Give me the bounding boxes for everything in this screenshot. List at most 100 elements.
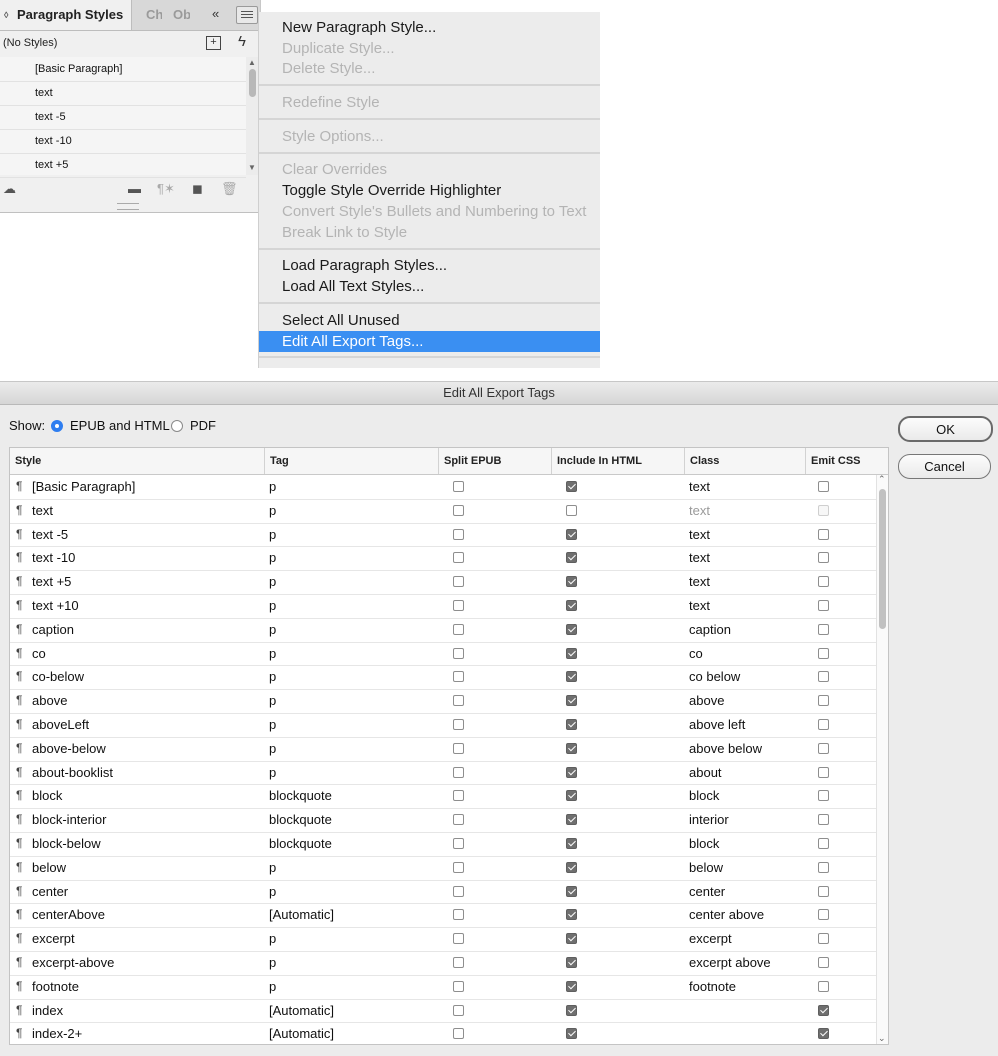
class-cell[interactable]: co below (689, 665, 740, 688)
resize-grip-icon[interactable] (117, 203, 139, 210)
table-row[interactable]: ¶ aboveLeft p above left (10, 713, 876, 738)
split-epub-checkbox[interactable] (453, 838, 464, 849)
split-epub-checkbox[interactable] (453, 933, 464, 945)
class-cell[interactable]: excerpt above (689, 951, 771, 974)
include-html-checkbox[interactable] (566, 623, 577, 635)
class-cell[interactable]: above (689, 689, 724, 712)
ok-button[interactable]: OK (898, 416, 993, 442)
split-epub-checkbox[interactable] (453, 1028, 464, 1040)
tag-cell[interactable]: p (269, 642, 276, 665)
tag-cell[interactable]: p (269, 475, 276, 498)
split-epub-checkbox[interactable] (453, 623, 464, 635)
table-row[interactable]: ¶ below p below (10, 856, 876, 881)
table-row[interactable]: ¶ block-below blockquote block (10, 832, 876, 857)
emit-css-checkbox[interactable] (818, 980, 829, 992)
table-row[interactable]: ¶ footnote p footnote (10, 975, 876, 1000)
menu-item-new-paragraph-style[interactable]: New Paragraph Style... (259, 17, 600, 38)
table-row[interactable]: ¶ about-booklist p about (10, 761, 876, 786)
emit-css-checkbox[interactable] (818, 481, 829, 492)
split-epub-checkbox[interactable] (453, 695, 464, 707)
split-epub-checkbox[interactable] (453, 1004, 464, 1016)
table-row[interactable]: ¶ excerpt-above p excerpt above (10, 951, 876, 976)
include-html-checkbox[interactable] (566, 742, 577, 754)
emit-css-checkbox[interactable] (818, 504, 829, 516)
class-cell[interactable]: center (689, 880, 725, 903)
tag-cell[interactable]: p (269, 689, 276, 712)
split-epub-checkbox[interactable] (453, 671, 464, 683)
include-html-checkbox[interactable] (566, 838, 577, 849)
include-html-checkbox[interactable] (566, 933, 577, 945)
emit-css-checkbox[interactable] (818, 576, 829, 588)
split-epub-checkbox[interactable] (453, 504, 464, 516)
radio-epub-html[interactable] (51, 420, 63, 432)
table-row[interactable]: ¶ index [Automatic] (10, 999, 876, 1024)
class-cell[interactable]: above left (689, 713, 745, 736)
class-cell[interactable]: below (689, 856, 723, 879)
scroll-down-icon[interactable]: ⌄ (878, 1033, 886, 1044)
emit-css-checkbox[interactable] (818, 909, 829, 921)
class-cell[interactable]: excerpt (689, 927, 732, 950)
emit-css-checkbox[interactable] (818, 647, 829, 659)
column-header-include-html[interactable]: Include In HTML (552, 448, 685, 474)
class-cell[interactable]: about (689, 761, 722, 784)
emit-css-checkbox[interactable] (818, 552, 829, 564)
tab-character-styles[interactable]: Ch (146, 0, 162, 30)
tag-cell[interactable]: [Automatic] (269, 1022, 334, 1044)
table-row[interactable]: ¶ excerpt p excerpt (10, 927, 876, 952)
include-html-checkbox[interactable] (566, 552, 577, 564)
class-cell[interactable]: center above (689, 903, 764, 926)
include-html-checkbox[interactable] (566, 814, 577, 826)
tag-cell[interactable]: p (269, 570, 276, 593)
tag-cell[interactable]: p (269, 880, 276, 903)
table-row[interactable]: ¶ above-below p above below (10, 737, 876, 762)
table-row[interactable]: ¶ text +5 p text (10, 570, 876, 595)
class-cell[interactable]: footnote (689, 975, 736, 998)
include-html-checkbox[interactable] (566, 695, 577, 707)
cc-library-icon[interactable]: ☁ (3, 181, 16, 197)
split-epub-checkbox[interactable] (453, 861, 464, 873)
table-row[interactable]: ¶ text +10 p text (10, 594, 876, 619)
tag-cell[interactable]: blockquote (269, 808, 332, 831)
table-row[interactable]: ¶ centerAbove [Automatic] center above (10, 903, 876, 929)
scroll-down-icon[interactable]: ▼ (248, 163, 256, 172)
emit-css-checkbox[interactable] (818, 742, 829, 754)
class-cell[interactable]: caption (689, 618, 731, 641)
include-html-checkbox[interactable] (566, 790, 577, 802)
scroll-up-icon[interactable]: ⌃ (878, 474, 886, 485)
quick-apply-icon[interactable]: ϟ (238, 33, 246, 50)
split-epub-checkbox[interactable] (453, 481, 464, 492)
class-cell[interactable]: text (689, 594, 710, 617)
radio-pdf[interactable] (171, 420, 183, 432)
emit-css-checkbox[interactable] (818, 719, 829, 730)
panel-menu-button[interactable] (236, 6, 258, 24)
class-cell[interactable]: text (689, 570, 710, 593)
tag-cell[interactable]: p (269, 975, 276, 998)
scroll-up-icon[interactable]: ▲ (248, 58, 256, 67)
list-item[interactable]: [Basic Paragraph] (0, 57, 246, 82)
column-header-style[interactable]: Style (10, 448, 264, 474)
menu-item-convert-bullets[interactable]: Convert Style's Bullets and Numbering to… (259, 201, 600, 222)
split-epub-checkbox[interactable] (453, 766, 464, 778)
tag-cell[interactable]: p (269, 523, 276, 546)
include-html-checkbox[interactable] (566, 600, 577, 611)
split-epub-checkbox[interactable] (453, 647, 464, 659)
emit-css-checkbox[interactable] (818, 861, 829, 873)
tag-cell[interactable]: p (269, 546, 276, 569)
emit-css-checkbox[interactable] (818, 671, 829, 683)
class-cell[interactable]: block (689, 784, 719, 807)
menu-item-edit-all-export-tags[interactable]: Edit All Export Tags... (259, 331, 600, 352)
table-row[interactable]: ¶ text p text (10, 499, 876, 524)
split-epub-checkbox[interactable] (453, 957, 464, 968)
class-cell[interactable]: interior (689, 808, 729, 831)
split-epub-checkbox[interactable] (453, 742, 464, 754)
split-epub-checkbox[interactable] (453, 528, 464, 540)
split-epub-checkbox[interactable] (453, 719, 464, 730)
table-row[interactable]: ¶ co p co (10, 642, 876, 667)
include-html-checkbox[interactable] (566, 909, 577, 921)
tag-cell[interactable]: [Automatic] (269, 999, 334, 1022)
clear-overrides-icon[interactable]: ¶✶ (157, 181, 175, 197)
class-cell[interactable]: text (689, 546, 710, 569)
table-scrollbar[interactable]: ⌃ ⌄ (876, 474, 888, 1044)
menu-item-duplicate-style[interactable]: Duplicate Style... (259, 38, 600, 59)
scrollbar-thumb[interactable] (249, 69, 256, 97)
